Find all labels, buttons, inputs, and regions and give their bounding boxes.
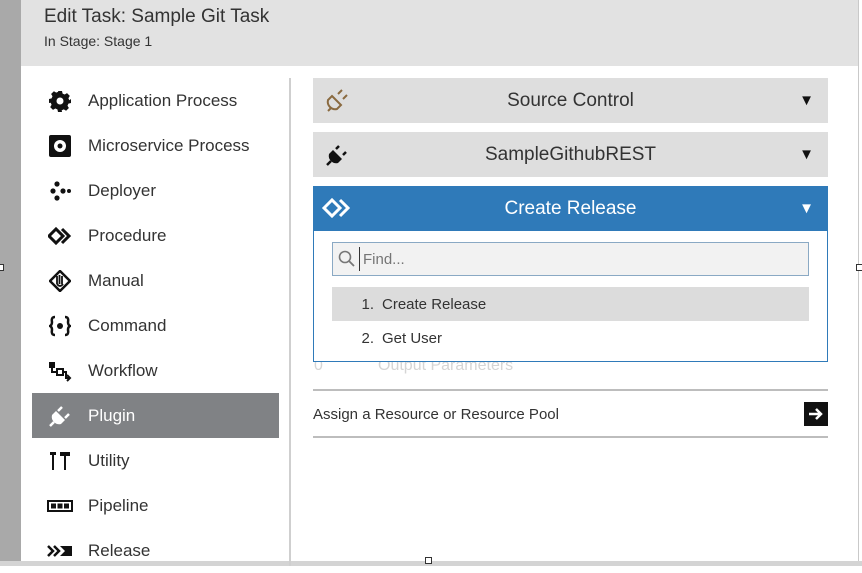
caret-down-icon[interactable]: ▼ — [799, 200, 814, 217]
sidebar-item-manual[interactable]: Manual — [32, 258, 279, 303]
sidebar-item-utility[interactable]: Utility — [32, 438, 279, 483]
action-panel[interactable]: Create Release ▼ — [313, 186, 828, 231]
sidebar-item-label: Command — [88, 315, 167, 335]
sidebar-item-workflow[interactable]: Workflow — [32, 348, 279, 393]
sidebar-item-label: Application Process — [88, 90, 238, 110]
source-control-label: Source Control — [507, 89, 634, 111]
plug-icon — [325, 142, 349, 166]
sidebar-item-label: Release — [88, 540, 151, 560]
plug-icon — [47, 404, 73, 428]
dialog-title: Edit Task: Sample Git Task — [44, 6, 270, 27]
command-icon — [47, 314, 73, 338]
sidebar-item-procedure[interactable]: Procedure — [32, 213, 279, 258]
pipeline-icon — [47, 494, 73, 518]
dropdown-option[interactable]: 2. Get User — [332, 321, 809, 355]
hand-icon — [47, 269, 73, 293]
procedure-icon — [47, 224, 73, 248]
option-number: 2. — [361, 329, 374, 347]
sidebar-item-label: Plugin — [88, 405, 136, 425]
sidebar-item-microservice-process[interactable]: Microservice Process — [32, 123, 279, 168]
sidebar-item-deployer[interactable]: Deployer — [32, 168, 279, 213]
caret-down-icon[interactable]: ▼ — [799, 92, 814, 109]
dropdown-option[interactable]: 1. Create Release — [332, 287, 809, 321]
sidebar-item-release[interactable]: Release — [32, 528, 279, 573]
sidebar-item-label: Manual — [88, 270, 144, 290]
action-dropdown: 1. Create Release 2. Get User — [313, 231, 828, 362]
resize-handle-left[interactable] — [0, 264, 4, 271]
action-label: Create Release — [504, 197, 637, 219]
caret-down-icon[interactable]: ▼ — [799, 146, 814, 163]
arrow-right-icon[interactable] — [804, 402, 828, 426]
plug-outline-icon — [325, 88, 349, 112]
deployer-icon — [47, 179, 73, 203]
tools-icon — [47, 449, 73, 473]
gear-icon — [47, 89, 73, 113]
resize-handle-bottom[interactable] — [425, 557, 432, 564]
sidebar-item-label: Procedure — [88, 225, 167, 245]
dialog-subtitle: In Stage: Stage 1 — [44, 33, 153, 49]
microservice-gear-icon — [47, 134, 73, 158]
dialog-header: Edit Task: Sample Git Task In Stage: Sta… — [21, 0, 858, 66]
option-number: 1. — [361, 295, 374, 313]
resize-handle-right[interactable] — [856, 264, 862, 271]
right-edge — [858, 0, 862, 566]
sidebar-item-label: Utility — [88, 450, 130, 470]
sidebar-item-pipeline[interactable]: Pipeline — [32, 483, 279, 528]
sidebar-item-label: Workflow — [88, 360, 158, 380]
assign-resource-row[interactable]: Assign a Resource or Resource Pool — [313, 398, 828, 430]
sidebar-divider — [289, 78, 291, 566]
search-box[interactable] — [332, 242, 809, 276]
config-label: SampleGithubREST — [484, 143, 657, 165]
procedure-icon — [321, 197, 352, 219]
workflow-icon — [47, 359, 73, 383]
search-input[interactable] — [359, 247, 803, 271]
row-divider — [313, 389, 828, 391]
left-gutter — [0, 0, 21, 566]
sidebar-item-label: Microservice Process — [88, 135, 250, 155]
option-label: Get User — [382, 329, 443, 347]
option-label: Create Release — [382, 295, 487, 313]
row-divider — [313, 436, 828, 438]
source-control-panel[interactable]: Source Control ▼ — [313, 78, 828, 123]
sidebar-item-label: Pipeline — [88, 495, 149, 515]
config-panel[interactable]: SampleGithubREST ▼ — [313, 132, 828, 177]
sidebar-item-application-process[interactable]: Application Process — [32, 78, 279, 123]
release-icon — [47, 539, 73, 563]
assign-resource-label: Assign a Resource or Resource Pool — [313, 405, 559, 423]
sidebar-item-label: Deployer — [88, 180, 157, 200]
sidebar-item-command[interactable]: Command — [32, 303, 279, 348]
search-icon — [338, 250, 356, 268]
sidebar-item-plugin[interactable]: Plugin — [32, 393, 279, 438]
